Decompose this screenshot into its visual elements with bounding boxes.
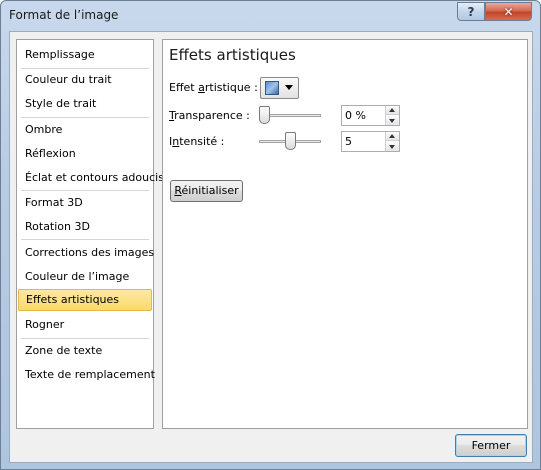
- help-button[interactable]: ?: [457, 2, 485, 21]
- intensity-value[interactable]: 5: [345, 135, 352, 148]
- transparency-spin-buttons: [385, 106, 399, 125]
- artistic-effect-dropdown[interactable]: [260, 77, 299, 99]
- sidebar-item-remplissage[interactable]: Remplissage: [18, 44, 152, 66]
- arrow-down-icon: [389, 119, 395, 123]
- effect-label-pre: Effet: [169, 81, 199, 94]
- sidebar-item-texte-remplacement[interactable]: Texte de remplacement: [18, 364, 155, 386]
- intensity-decrease-button[interactable]: [386, 142, 399, 151]
- effect-label-post: rtistique :: [204, 81, 258, 94]
- transparency-label: Transparence :: [169, 109, 250, 122]
- picture-effect-icon: [265, 81, 279, 95]
- category-list: Remplissage Couleur du trait Style de tr…: [16, 39, 164, 429]
- intensity-label-post: tensité :: [179, 135, 225, 148]
- intensity-label: Intensité :: [169, 135, 224, 148]
- sidebar-item-couleur-image[interactable]: Couleur de l’image: [18, 266, 152, 288]
- intensity-spin-buttons: [385, 132, 399, 151]
- chevron-down-icon: [285, 85, 293, 90]
- intensity-spinner[interactable]: 5: [341, 131, 400, 152]
- dialog-window: Format de l’image ? ✕ Remplissage Couleu…: [0, 0, 541, 470]
- dialog-body: Remplissage Couleur du trait Style de tr…: [9, 31, 533, 463]
- intensity-slider-thumb[interactable]: [284, 132, 296, 150]
- sidebar-item-reflexion[interactable]: Réflexion: [18, 143, 152, 165]
- transparency-value[interactable]: 0 %: [345, 109, 366, 122]
- transparency-spinner[interactable]: 0 %: [341, 105, 400, 126]
- help-icon: ?: [467, 4, 475, 19]
- transparency-label-post: ransparence :: [174, 109, 250, 122]
- sidebar-item-eclat[interactable]: Éclat et contours adoucis: [18, 167, 164, 189]
- effect-label: Effet artistique :: [169, 81, 258, 94]
- reset-access-key: R: [174, 184, 182, 197]
- reset-button[interactable]: Réinitialiser: [170, 180, 243, 202]
- sidebar-item-zone-de-texte[interactable]: Zone de texte: [18, 340, 152, 362]
- page-title: Effets artistiques: [169, 46, 296, 64]
- sidebar-divider: [21, 117, 149, 118]
- arrow-up-icon: [389, 134, 395, 138]
- sidebar-item-style-de-trait[interactable]: Style de trait: [18, 93, 152, 115]
- arrow-down-icon: [389, 145, 395, 149]
- close-window-button[interactable]: ✕: [485, 2, 532, 21]
- sidebar-divider: [21, 190, 149, 191]
- settings-panel: Effets artistiques Effet artistique : Tr…: [162, 39, 528, 429]
- reset-label-post: éinitialiser: [181, 184, 239, 197]
- sidebar-item-ombre[interactable]: Ombre: [18, 119, 152, 141]
- intensity-increase-button[interactable]: [386, 132, 399, 141]
- close-icon: ✕: [503, 4, 514, 19]
- sidebar-item-couleur-du-trait[interactable]: Couleur du trait: [18, 69, 152, 91]
- transparency-slider-thumb[interactable]: [259, 106, 270, 124]
- title-bar[interactable]: Format de l’image ? ✕: [1, 1, 540, 31]
- transparency-decrease-button[interactable]: [386, 116, 399, 125]
- close-button[interactable]: Fermer: [455, 434, 527, 457]
- sidebar-item-effets-artistiques[interactable]: Effets artistiques: [18, 289, 152, 311]
- window-title: Format de l’image: [9, 8, 119, 22]
- sidebar-item-rotation-3d[interactable]: Rotation 3D: [18, 216, 152, 238]
- sidebar-item-format-3d[interactable]: Format 3D: [18, 192, 152, 214]
- arrow-up-icon: [389, 108, 395, 112]
- transparency-increase-button[interactable]: [386, 106, 399, 115]
- sidebar-item-rogner[interactable]: Rogner: [18, 314, 152, 336]
- effect-label-access-key: a: [198, 81, 205, 94]
- sidebar-divider: [21, 338, 149, 339]
- sidebar-divider: [21, 239, 149, 240]
- sidebar-item-corrections[interactable]: Corrections des images: [18, 242, 154, 264]
